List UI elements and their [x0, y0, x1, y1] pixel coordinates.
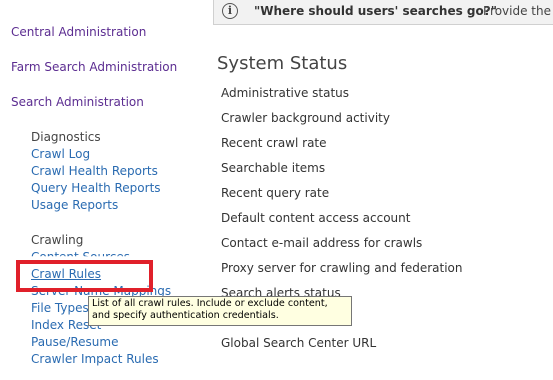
crawl-rules-highlight-box — [16, 260, 153, 292]
status-row: Proxy server for crawling and federation — [221, 261, 463, 275]
nav-pause-resume[interactable]: Pause/Resume — [31, 335, 118, 349]
nav-crawler-impact-rules[interactable]: Crawler Impact Rules — [31, 352, 159, 366]
nav-crawl-health-reports[interactable]: Crawl Health Reports — [31, 164, 158, 178]
status-row: Administrative status — [221, 86, 350, 100]
status-row: Global Search Center URL — [221, 336, 377, 350]
nav-farm-search-administration[interactable]: Farm Search Administration — [11, 60, 177, 74]
notice-text: Provide the — [483, 4, 551, 18]
nav-central-administration[interactable]: Central Administration — [11, 25, 146, 39]
status-row: Default content access account — [221, 211, 411, 225]
status-row: Searchable items — [221, 161, 326, 175]
info-icon: i — [222, 3, 238, 19]
status-row: Crawler background activity — [221, 111, 390, 125]
nav-query-health-reports[interactable]: Query Health Reports — [31, 181, 161, 195]
status-row: Recent query rate — [221, 186, 330, 200]
page-title: System Status — [217, 53, 348, 74]
nav-search-administration[interactable]: Search Administration — [11, 95, 144, 109]
diagnostics-heading: Diagnostics — [31, 130, 101, 144]
notice-banner: i "Where should users' searches go?" Pro… — [213, 0, 553, 25]
nav-crawl-log[interactable]: Crawl Log — [31, 147, 90, 161]
status-row: Recent crawl rate — [221, 136, 327, 150]
crawl-rules-tooltip: List of all crawl rules. Include or excl… — [88, 296, 352, 326]
nav-usage-reports[interactable]: Usage Reports — [31, 198, 118, 212]
notice-bold-text: "Where should users' searches go?" — [254, 4, 497, 18]
crawling-heading: Crawling — [31, 233, 84, 247]
nav-file-types[interactable]: File Types — [31, 301, 89, 315]
status-row: Contact e-mail address for crawls — [221, 236, 423, 250]
